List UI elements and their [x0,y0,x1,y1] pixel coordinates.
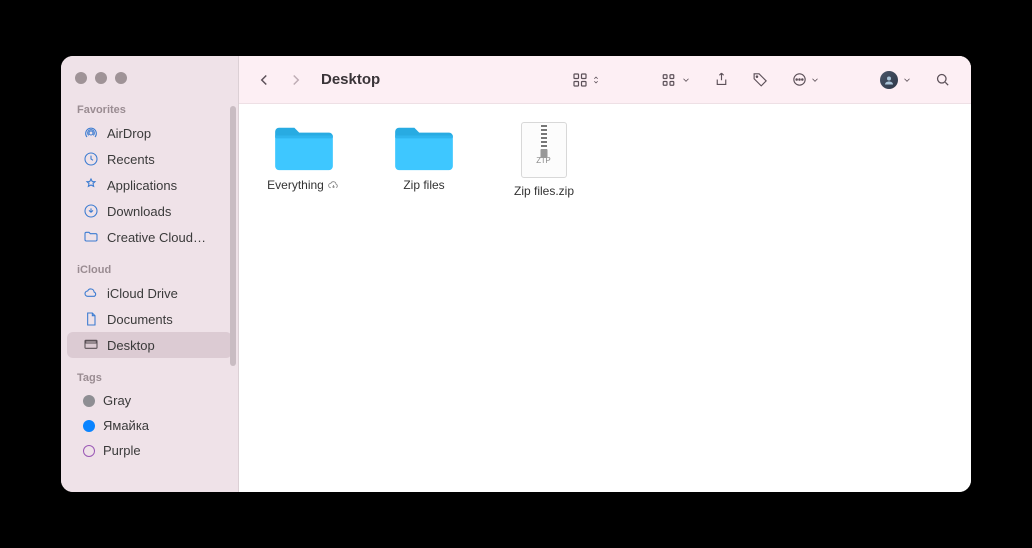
apps-icon [83,177,99,193]
view-mode-button[interactable] [565,68,607,92]
file-label: Everything [267,178,341,192]
airdrop-icon [83,125,99,141]
sidebar-item-label: Desktop [107,338,155,353]
sidebar-item-tag-purple[interactable]: Purple [67,438,232,463]
toolbar: Desktop [239,56,971,104]
sidebar-item-label: Recents [107,152,155,167]
avatar-icon [880,71,898,89]
account-button[interactable] [874,68,918,92]
sidebar-item-label: Downloads [107,204,171,219]
sidebar-section-tags-label: Tags [61,366,238,388]
more-actions-button[interactable] [785,68,826,92]
desktop-icon [83,337,99,353]
sidebar-item-airdrop[interactable]: AirDrop [67,120,232,146]
cloud-download-icon [327,178,341,192]
minimize-button[interactable] [95,72,107,84]
folder-icon [393,122,455,172]
file-label: Zip files [403,178,444,192]
tag-dot-icon [83,445,95,457]
sidebar-item-label: iCloud Drive [107,286,178,301]
file-label: Zip files.zip [514,184,574,198]
folder-icon [83,229,99,245]
sidebar-item-icloud-drive[interactable]: iCloud Drive [67,280,232,306]
cloud-icon [83,285,99,301]
clock-icon [83,151,99,167]
sidebar-item-creative-cloud[interactable]: Creative Cloud… [67,224,232,250]
sidebar: Favorites AirDrop Recents Applications D… [61,56,239,492]
share-button[interactable] [707,68,736,92]
sidebar-item-desktop[interactable]: Desktop [67,332,232,358]
zoom-button[interactable] [115,72,127,84]
sidebar-item-label: Gray [103,393,131,408]
folder-icon [273,122,335,172]
sidebar-item-label: Documents [107,312,173,327]
tag-dot-icon [83,420,95,432]
file-grid[interactable]: Everything Zip files ZIP [239,104,971,492]
sidebar-item-label: Ямайка [103,418,149,433]
sidebar-item-downloads[interactable]: Downloads [67,198,232,224]
sidebar-item-label: Purple [103,443,141,458]
search-button[interactable] [928,68,957,92]
file-item-folder-zip-files[interactable]: Zip files [379,122,469,192]
sidebar-item-applications[interactable]: Applications [67,172,232,198]
tag-button[interactable] [746,68,775,92]
sidebar-item-documents[interactable]: Documents [67,306,232,332]
file-item-folder-everything[interactable]: Everything [259,122,349,192]
file-item-zip-archive[interactable]: ZIP Zip files.zip [499,122,589,198]
download-icon [83,203,99,219]
back-button[interactable] [253,69,275,91]
location-title: Desktop [321,71,380,88]
group-mode-button[interactable] [655,68,697,92]
finder-window: Favorites AirDrop Recents Applications D… [61,56,971,492]
close-button[interactable] [75,72,87,84]
sidebar-item-label: Creative Cloud… [107,230,206,245]
sidebar-scrollbar[interactable] [230,106,236,386]
sidebar-item-tag-yamaika[interactable]: Ямайка [67,413,232,438]
sidebar-item-label: AirDrop [107,126,151,141]
main-area: Desktop [239,56,971,492]
sidebar-section-favorites-label: Favorites [61,98,238,120]
tag-dot-icon [83,395,95,407]
sidebar-item-recents[interactable]: Recents [67,146,232,172]
sidebar-section-icloud-label: iCloud [61,258,238,280]
window-controls [61,68,238,98]
forward-button[interactable] [285,69,307,91]
zip-file-icon: ZIP [521,122,567,178]
sidebar-item-label: Applications [107,178,177,193]
sidebar-item-tag-gray[interactable]: Gray [67,388,232,413]
document-icon [83,311,99,327]
